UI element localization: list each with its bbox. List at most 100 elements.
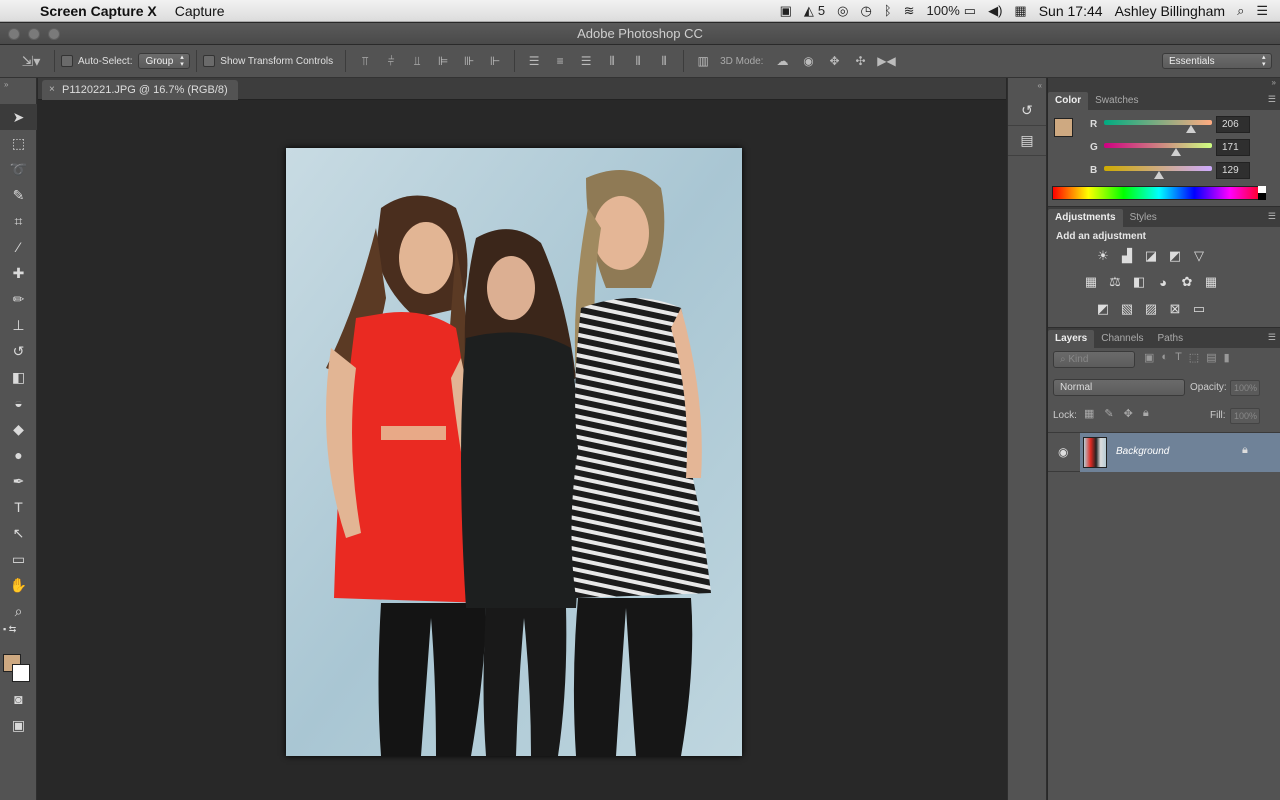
spectrum-white-swatch[interactable] (1258, 186, 1266, 193)
crop-tool-icon[interactable]: ⌗ (0, 208, 37, 234)
calendar-icon[interactable]: ▦ (1014, 3, 1026, 19)
color-spectrum-ramp[interactable] (1052, 186, 1266, 200)
brush-tool-icon[interactable]: ✏ (0, 286, 37, 312)
filter-smart-object-icon[interactable]: ▤ (1206, 351, 1216, 364)
spectrum-black-swatch[interactable] (1258, 193, 1266, 200)
red-slider-thumb[interactable] (1186, 125, 1197, 133)
workspace-dropdown[interactable]: Essentials (1162, 53, 1272, 69)
layer-row-background[interactable]: ◉ Background 🔒︎ (1048, 432, 1280, 472)
history-panel-icon[interactable]: ↺ (1008, 96, 1046, 126)
brightness-contrast-icon[interactable]: ☀ (1092, 245, 1114, 267)
eraser-tool-icon[interactable]: ◧ (0, 364, 37, 390)
volume-icon[interactable]: ◀) (988, 3, 1002, 19)
layer-locked-icon[interactable]: 🔒︎ (1242, 444, 1248, 457)
tab-paths[interactable]: Paths (1151, 330, 1191, 348)
pen-tool-icon[interactable]: ✒ (0, 468, 37, 494)
3d-slide-icon[interactable]: ✣ (851, 52, 869, 70)
hue-saturation-icon[interactable]: ⚖ (1104, 271, 1126, 293)
3d-drag-icon[interactable]: ✥ (825, 52, 843, 70)
menu-app-name[interactable]: Screen Capture X (40, 3, 157, 19)
zoom-window-icon[interactable] (48, 28, 60, 40)
distribute-left-icon[interactable]: ⦀ (603, 52, 621, 70)
distribute-bottom-icon[interactable]: ☰ (577, 52, 595, 70)
tab-swatches[interactable]: Swatches (1088, 92, 1145, 110)
swap-colors-icon[interactable]: ▪ ⇆ (0, 624, 36, 642)
lasso-tool-icon[interactable]: ➰ (0, 156, 37, 182)
spotlight-search-icon[interactable]: ⌕ (1237, 3, 1244, 19)
quick-mask-icon[interactable]: ◙ (0, 686, 37, 712)
path-selection-tool-icon[interactable]: ↖ (0, 520, 37, 546)
layer-name[interactable]: Background (1116, 446, 1169, 457)
lock-all-icon[interactable]: 🔒︎ (1143, 407, 1149, 420)
blue-value-field[interactable]: 129 (1216, 162, 1250, 179)
posterize-icon[interactable]: ▧ (1116, 298, 1138, 320)
layer-visibility-eye-icon[interactable]: ◉ (1058, 445, 1068, 459)
lock-image-icon[interactable]: ✎ (1104, 407, 1113, 420)
align-vcenter-icon[interactable]: ⫩ (382, 52, 400, 70)
screen-mode-icon[interactable]: ▣ (0, 712, 37, 738)
rectangle-tool-icon[interactable]: ▭ (0, 546, 37, 572)
filter-type-icon[interactable]: T (1175, 351, 1182, 364)
channel-mixer-icon[interactable]: ▦ (1200, 271, 1222, 293)
3d-rotate-icon[interactable]: ☁ (773, 52, 791, 70)
tab-channels[interactable]: Channels (1094, 330, 1150, 348)
panels-collapse-icon[interactable]: » (1048, 78, 1280, 90)
red-value-field[interactable]: 206 (1216, 116, 1250, 133)
photo-filter-icon[interactable]: ✿ (1176, 271, 1198, 293)
properties-panel-icon[interactable]: ▤ (1008, 126, 1046, 156)
adobe-icon[interactable]: ◭ (804, 3, 814, 19)
creative-cloud-icon[interactable]: ◎ (837, 3, 848, 19)
exposure-icon[interactable]: ◩ (1164, 245, 1186, 267)
auto-select-checkbox[interactable] (61, 55, 73, 67)
align-right-icon[interactable]: ⊩ (486, 52, 504, 70)
paint-bucket-tool-icon[interactable]: ◒ (0, 390, 37, 416)
wifi-icon[interactable]: ≋ (904, 3, 915, 19)
distribute-top-icon[interactable]: ☰ (525, 52, 543, 70)
align-bottom-icon[interactable]: ⫫ (408, 52, 426, 70)
adjustments-panel-menu-icon[interactable]: ☰ (1268, 211, 1276, 222)
battery-icon[interactable]: ▭ (964, 3, 976, 19)
tab-color[interactable]: Color (1048, 92, 1089, 110)
document-tab[interactable]: × P1120221.JPG @ 16.7% (RGB/8) (42, 80, 238, 100)
hand-tool-icon[interactable]: ✋ (0, 572, 37, 598)
selective-color-icon[interactable]: ⊠ (1164, 298, 1186, 320)
auto-select-dropdown[interactable]: Group (138, 53, 191, 69)
levels-icon[interactable]: ▟ (1116, 245, 1138, 267)
threshold-icon[interactable]: ▨ (1140, 298, 1162, 320)
tab-styles[interactable]: Styles (1123, 209, 1164, 227)
layers-panel-menu-icon[interactable]: ☰ (1268, 332, 1276, 343)
clock[interactable]: Sun 17:44 (1039, 3, 1103, 19)
blur-tool-icon[interactable]: ◆ (0, 416, 37, 442)
align-hcenter-icon[interactable]: ⊪ (460, 52, 478, 70)
3d-scale-icon[interactable]: ▶◀ (877, 52, 895, 70)
color-balance-icon[interactable]: ◧ (1128, 271, 1150, 293)
lock-position-icon[interactable]: ✥ (1124, 407, 1133, 420)
gradient-triangle-icon[interactable]: ▽ (1188, 245, 1210, 267)
close-document-icon[interactable]: × (49, 80, 55, 100)
move-tool-icon[interactable]: ➤ (0, 104, 37, 130)
history-brush-tool-icon[interactable]: ↺ (0, 338, 37, 364)
align-top-icon[interactable]: ⫪ (356, 52, 374, 70)
marquee-tool-icon[interactable]: ⬚ (0, 130, 37, 156)
filter-toggle-icon[interactable]: ▮ (1224, 351, 1230, 364)
lock-transparent-icon[interactable]: ▦ (1084, 407, 1094, 420)
filter-shape-icon[interactable]: ⬚ (1189, 351, 1199, 364)
menu-capture[interactable]: Capture (175, 3, 225, 19)
tab-adjustments[interactable]: Adjustments (1048, 209, 1123, 227)
show-transform-checkbox[interactable] (203, 55, 216, 67)
blue-slider-thumb[interactable] (1153, 171, 1164, 179)
bluetooth-icon[interactable]: ᛒ (884, 3, 892, 18)
green-value-field[interactable]: 171 (1216, 139, 1250, 156)
user-name[interactable]: Ashley Billingham (1115, 3, 1226, 19)
vibrance-icon[interactable]: ▦ (1080, 271, 1102, 293)
notification-center-icon[interactable]: ☰ (1256, 3, 1268, 19)
quick-selection-tool-icon[interactable]: ✎ (0, 182, 37, 208)
color-foreground-swatch[interactable] (1054, 118, 1073, 137)
color-panel-menu-icon[interactable]: ☰ (1268, 94, 1276, 105)
black-white-icon[interactable]: ◕ (1152, 271, 1174, 293)
dodge-tool-icon[interactable]: ● (0, 442, 37, 468)
align-left-icon[interactable]: ⊫ (434, 52, 452, 70)
move-tool-preset-icon[interactable]: ⇲▾ (18, 52, 44, 70)
time-machine-icon[interactable]: ◷ (860, 3, 871, 19)
green-slider-thumb[interactable] (1171, 148, 1182, 156)
